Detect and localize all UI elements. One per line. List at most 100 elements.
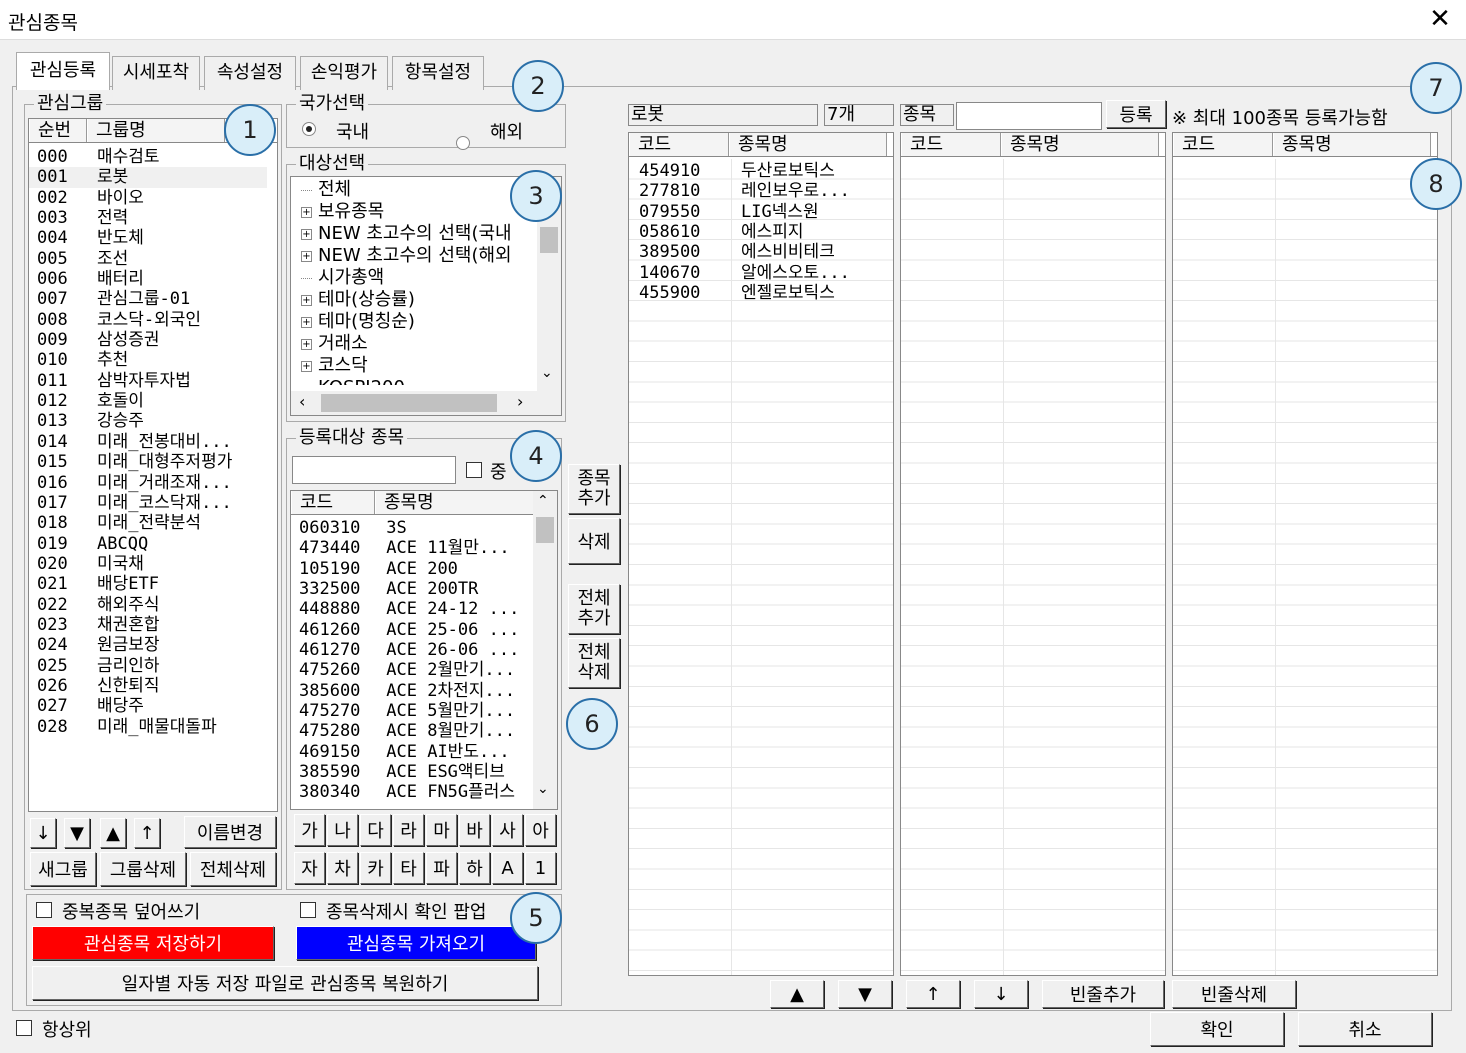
move-up-button[interactable]: ↑ (134, 818, 160, 848)
table-row[interactable]: 389500 에스비비테크 (639, 242, 893, 262)
tree-item[interactable]: 시가총액 (301, 267, 537, 289)
list-item[interactable]: 001 로봇 (29, 167, 267, 188)
radio-domestic[interactable] (302, 122, 316, 136)
tree-item[interactable]: + 테마(상승률) (301, 289, 537, 311)
reg-vscroll[interactable]: ⌃ ⌄ (533, 491, 557, 809)
table-row[interactable]: 079550 LIG넥스원 (639, 202, 893, 222)
table-row[interactable]: 461260 ACE 25-06 ... (299, 620, 535, 640)
move-top-button[interactable]: ▲ (100, 818, 126, 848)
index-button[interactable]: 카 (360, 852, 391, 884)
table-row[interactable]: 469150 ACE AI반도... (299, 742, 535, 762)
table-row[interactable]: 060310 3S (299, 518, 535, 538)
tree-item[interactable]: + NEW 초고수의 선택(국내 (301, 223, 537, 245)
col-header-group-name[interactable]: 그룹명 (87, 119, 225, 142)
list-item[interactable]: 009 삼성증권 (29, 330, 277, 350)
list-item[interactable]: 021 배당ETF (29, 574, 277, 594)
dup-checkbox[interactable] (466, 462, 482, 478)
list-item[interactable]: 003 전력 (29, 208, 277, 228)
col-header-code[interactable]: 코드 (291, 491, 375, 514)
list-item[interactable]: 016 미래_거래조재... (29, 473, 277, 493)
list-item[interactable]: 018 미래_전략분석 (29, 513, 277, 533)
delete-all-button[interactable]: 전체삭제 (190, 852, 276, 886)
reg-search-input[interactable] (292, 456, 456, 484)
chevron-right-icon[interactable]: › (517, 392, 523, 411)
save-interest-button[interactable]: 관심종목 저장하기 (32, 926, 274, 960)
rename-button[interactable]: 이름변경 (184, 816, 276, 848)
list-item[interactable]: 019 ABCQQ (29, 534, 277, 554)
tab-price-capture[interactable]: 시세포착 (112, 56, 200, 90)
tree-item[interactable]: + 보유종목 (301, 201, 537, 223)
list-item[interactable]: 017 미래_코스닥재... (29, 493, 277, 513)
list-item[interactable]: 025 금리인하 (29, 656, 277, 676)
close-icon[interactable]: ✕ (1424, 2, 1456, 36)
stock-grid-2[interactable]: 코드 종목명 (900, 132, 1166, 976)
col-header-name[interactable]: 종목명 (729, 133, 887, 156)
stock-input[interactable] (956, 102, 1102, 130)
index-button[interactable]: 아 (525, 814, 556, 846)
group-list[interactable]: 순번 그룹명 000 매수검토 001 로봇 002 바이오 003 전력 004 반도체 005 조… (28, 118, 278, 812)
table-row[interactable]: 058610 에스피지 (639, 222, 893, 242)
index-button[interactable]: 1 (525, 852, 556, 884)
index-button[interactable]: 다 (360, 814, 391, 846)
table-row[interactable]: 332500 ACE 200TR (299, 579, 535, 599)
move-down-button[interactable]: ↓ (30, 818, 56, 848)
stock-grid-1[interactable]: 코드 종목명 454910 두산로보틱스 277810 레인보우로... 079550 L… (628, 132, 894, 976)
index-button[interactable]: 라 (393, 814, 424, 846)
chevron-up-icon[interactable]: ⌃ (537, 493, 549, 509)
list-item[interactable]: 023 채권혼합 (29, 615, 277, 635)
tab-item-settings[interactable]: 항목설정 (392, 56, 484, 90)
move-top-button[interactable]: ▲ (770, 980, 824, 1008)
list-item[interactable]: 006 배터리 (29, 269, 277, 289)
list-item[interactable]: 014 미래_전봉대비... (29, 432, 277, 452)
table-row[interactable]: 140670 알에스오토... (639, 263, 893, 283)
list-item[interactable]: 007 관심그룹-01 (29, 289, 277, 309)
list-item[interactable]: 004 반도체 (29, 228, 277, 248)
move-up-button[interactable]: ↑ (906, 980, 960, 1008)
tab-interest-register[interactable]: 관심등록 (16, 52, 110, 90)
move-bottom-button[interactable]: ▼ (838, 980, 892, 1008)
tree-item[interactable]: 전체 (301, 179, 537, 201)
restore-button[interactable]: 일자별 자동 저장 파일로 관심종목 복원하기 (32, 966, 538, 1000)
index-button[interactable]: 하 (459, 852, 490, 884)
col-header-name[interactable]: 종목명 (1001, 133, 1159, 156)
expand-icon[interactable]: + (301, 206, 312, 218)
tree-item[interactable]: KOSPI200 (301, 377, 537, 385)
confirm-popup-checkbox[interactable] (300, 902, 316, 918)
expand-icon[interactable]: + (301, 228, 312, 240)
index-button[interactable]: 차 (327, 852, 358, 884)
index-button[interactable]: 가 (294, 814, 325, 846)
expand-icon[interactable]: + (301, 294, 312, 306)
table-row[interactable]: 385590 ACE ESG액티브 (299, 762, 535, 782)
tree-item[interactable]: + 코스닥 (301, 355, 537, 377)
add-all-button[interactable]: 전체 추가 (568, 584, 620, 634)
col-header-name[interactable]: 종목명 (1273, 133, 1431, 156)
list-item[interactable]: 002 바이오 (29, 188, 277, 208)
expand-icon[interactable]: + (301, 360, 312, 372)
tree-item[interactable]: + NEW 초고수의 선택(해외 (301, 245, 537, 267)
register-button[interactable]: 등록 (1106, 100, 1166, 128)
list-item[interactable]: 026 신한퇴직 (29, 676, 277, 696)
chevron-left-icon[interactable]: ‹ (299, 392, 305, 411)
col-header-code[interactable]: 코드 (901, 133, 1001, 156)
expand-icon[interactable]: + (301, 250, 312, 262)
index-button[interactable]: 바 (459, 814, 490, 846)
move-down-button[interactable]: ↓ (974, 980, 1028, 1008)
index-button[interactable]: 자 (294, 852, 325, 884)
delete-group-button[interactable]: 그룹삭제 (100, 852, 186, 886)
table-row[interactable]: 461270 ACE 26-06 ... (299, 640, 535, 660)
list-item[interactable]: 015 미래_대형주저평가 (29, 452, 277, 472)
tree-item[interactable]: + 테마(명칭순) (301, 311, 537, 333)
col-header-code[interactable]: 코드 (629, 133, 729, 156)
add-blank-row-button[interactable]: 빈줄추가 (1042, 980, 1164, 1008)
chevron-down-icon[interactable]: ⌄ (541, 365, 553, 381)
list-item[interactable]: 011 삼박자투자법 (29, 371, 277, 391)
stock-grid-3[interactable]: 코드 종목명 (1172, 132, 1438, 976)
delete-blank-row-button[interactable]: 빈줄삭제 (1172, 980, 1296, 1008)
tree-hscroll[interactable]: ‹ › (291, 391, 561, 415)
table-row[interactable]: 475270 ACE 5월만기... (299, 701, 535, 721)
tab-attr-settings[interactable]: 속성설정 (204, 56, 296, 90)
list-item[interactable]: 020 미국채 (29, 554, 277, 574)
delete-all-stocks-button[interactable]: 전체 삭제 (568, 638, 620, 688)
table-row[interactable]: 380340 ACE FN5G플러스 (299, 782, 535, 802)
list-item[interactable]: 028 미래_매물대돌파 (29, 717, 277, 737)
